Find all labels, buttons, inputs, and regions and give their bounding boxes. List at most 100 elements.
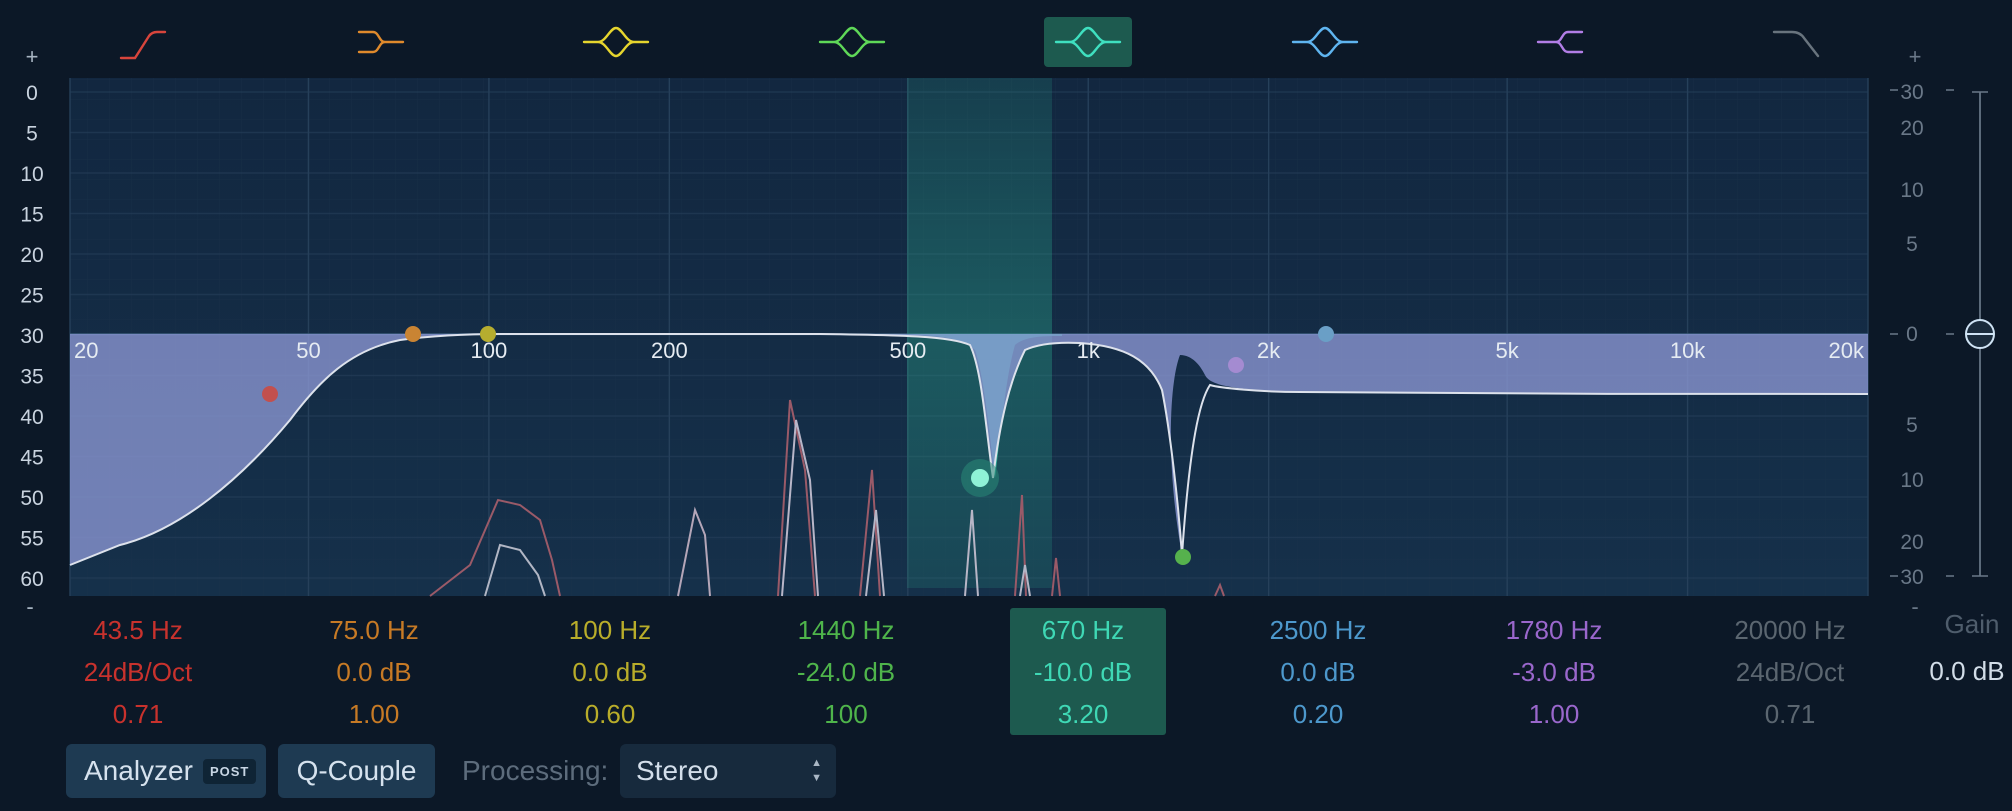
gain-scale-label: 5	[1906, 233, 1918, 256]
processing-select[interactable]: Stereo ▲ ▼	[620, 744, 836, 798]
eq-display: 20 50 100 200 500 1k 2k 5k 10k 20k 0 5 10 15 20 25 30 35…	[20, 17, 2005, 735]
freq-label: 50	[296, 338, 320, 363]
gain-scale-label: 10	[1900, 469, 1923, 492]
band-6-handle[interactable]	[1318, 326, 1334, 342]
output-gain-value[interactable]: 0.0 dB	[1929, 656, 2004, 686]
gain-scale-label: 5	[1906, 414, 1918, 437]
band-7-type-button[interactable]	[1536, 30, 1584, 54]
band-8-type-button[interactable]	[1772, 30, 1820, 58]
freq-label: 2k	[1257, 338, 1281, 363]
band-q[interactable]: 0.60	[585, 699, 636, 729]
analyzer-label: Analyzer	[84, 755, 193, 786]
analyzer-scale-label: 10	[20, 163, 43, 186]
analyzer-scale-label: 20	[20, 244, 43, 267]
band-3-params[interactable]: 100 Hz 0.0 dB 0.60	[569, 615, 651, 729]
analyzer-scale-label: 5	[26, 123, 38, 146]
band-7-params[interactable]: 1780 Hz -3.0 dB 1.00	[1506, 615, 1603, 729]
band-4-handle[interactable]	[1175, 549, 1191, 565]
band-q[interactable]: 0.20	[1293, 699, 1344, 729]
analyzer-scale-label: 35	[20, 366, 43, 389]
control-row: Analyzer POST Q-Couple Processing: Stere…	[0, 744, 2012, 806]
freq-label: 500	[889, 338, 926, 363]
gain-scale-label: 20	[1900, 531, 1923, 554]
band-gain[interactable]: 0.0 dB	[336, 657, 411, 687]
band-frequency[interactable]: 1440 Hz	[798, 615, 895, 645]
band-3-type-button[interactable]	[582, 26, 650, 58]
band-frequency[interactable]: 2500 Hz	[1270, 615, 1367, 645]
band-gain[interactable]: -3.0 dB	[1512, 657, 1596, 687]
band-1-params[interactable]: 43.5 Hz 24dB/Oct 0.71	[84, 615, 193, 729]
analyzer-scale-label: 40	[20, 406, 43, 429]
q-couple-button[interactable]: Q-Couple	[278, 744, 435, 798]
band-8-params[interactable]: 20000 Hz 24dB/Oct 0.71	[1734, 615, 1845, 729]
band-gain[interactable]: 0.0 dB	[1280, 657, 1355, 687]
bell-icon	[582, 26, 650, 58]
q-couple-label: Q-Couple	[296, 755, 417, 786]
low-shelf-icon	[357, 30, 405, 54]
band-frequency[interactable]: 20000 Hz	[1734, 615, 1845, 645]
select-arrows-icon: ▲ ▼	[811, 757, 822, 784]
bell-icon	[1291, 26, 1359, 58]
band-4-type-button[interactable]	[818, 26, 886, 58]
plus-icon-right[interactable]: +	[1909, 44, 1922, 69]
band-2-params[interactable]: 75.0 Hz 0.0 dB 1.00	[329, 615, 419, 729]
freq-label: 200	[651, 338, 688, 363]
band-frequency[interactable]: 1780 Hz	[1506, 615, 1603, 645]
high-shelf-icon	[1536, 30, 1584, 54]
freq-label: 1k	[1077, 338, 1101, 363]
processing-value: Stereo	[636, 755, 719, 786]
freq-label: 100	[471, 338, 508, 363]
output-gain-label: Gain	[1945, 609, 2000, 639]
band-frequency[interactable]: 100 Hz	[569, 615, 651, 645]
band-6-type-button[interactable]	[1291, 26, 1359, 58]
processing-label: Processing:	[462, 755, 609, 786]
band-q[interactable]: 0.71	[1765, 699, 1816, 729]
band-gain[interactable]: 0.0 dB	[572, 657, 647, 687]
band-gain[interactable]: 24dB/Oct	[1736, 657, 1845, 687]
band-5-params[interactable]: 670 Hz -10.0 dB 3.20	[1010, 608, 1166, 735]
band-5-handle[interactable]	[971, 469, 989, 487]
gain-scale-label: 30	[1900, 81, 1923, 104]
selected-band-highlight	[907, 78, 1052, 588]
gain-scale-ticks	[1890, 89, 1954, 577]
band-2-type-button[interactable]	[357, 30, 405, 54]
band-1-type-button[interactable]	[119, 30, 167, 60]
gain-scale-label: 30	[1900, 566, 1923, 589]
band-6-params[interactable]: 2500 Hz 0.0 dB 0.20	[1270, 615, 1367, 729]
freq-label: 5k	[1496, 338, 1520, 363]
band-5-type-button[interactable]	[1044, 17, 1132, 67]
bell-icon	[818, 26, 886, 58]
freq-label: 10k	[1670, 338, 1706, 363]
left-scale-minus: -	[26, 594, 33, 619]
band-4-params[interactable]: 1440 Hz -24.0 dB 100	[797, 615, 895, 729]
freq-label: 20	[74, 338, 98, 363]
analyzer-scale-label: 25	[20, 285, 43, 308]
band-gain[interactable]: -10.0 dB	[1034, 657, 1132, 687]
analyzer-post-badge[interactable]: POST	[202, 758, 257, 784]
band-frequency[interactable]: 43.5 Hz	[93, 615, 183, 645]
high-cut-icon	[1772, 30, 1820, 58]
analyzer-scale-label: 45	[20, 447, 43, 470]
analyzer-scale-label: 15	[20, 204, 43, 227]
analyzer-scale-label: 60	[20, 568, 43, 591]
band-7-handle[interactable]	[1228, 357, 1244, 373]
band-q[interactable]: 1.00	[1529, 699, 1580, 729]
low-cut-icon	[119, 30, 167, 60]
gain-scale-label: 10	[1900, 179, 1923, 202]
analyzer-scale-label: 55	[20, 528, 43, 551]
band-gain[interactable]: -24.0 dB	[797, 657, 895, 687]
band-1-handle[interactable]	[262, 386, 278, 402]
plus-icon-left[interactable]: +	[26, 44, 39, 69]
analyzer-button[interactable]: Analyzer POST	[66, 744, 266, 798]
freq-label: 20k	[1829, 338, 1865, 363]
gain-scale-label: 0	[1906, 323, 1918, 346]
band-frequency[interactable]: 75.0 Hz	[329, 615, 419, 645]
band-q[interactable]: 3.20	[1058, 699, 1109, 729]
band-q[interactable]: 100	[824, 699, 867, 729]
band-2-handle[interactable]	[405, 326, 421, 342]
analyzer-scale-label: 30	[20, 325, 43, 348]
band-gain[interactable]: 24dB/Oct	[84, 657, 193, 687]
band-q[interactable]: 1.00	[349, 699, 400, 729]
band-frequency[interactable]: 670 Hz	[1042, 615, 1124, 645]
band-q[interactable]: 0.71	[113, 699, 164, 729]
